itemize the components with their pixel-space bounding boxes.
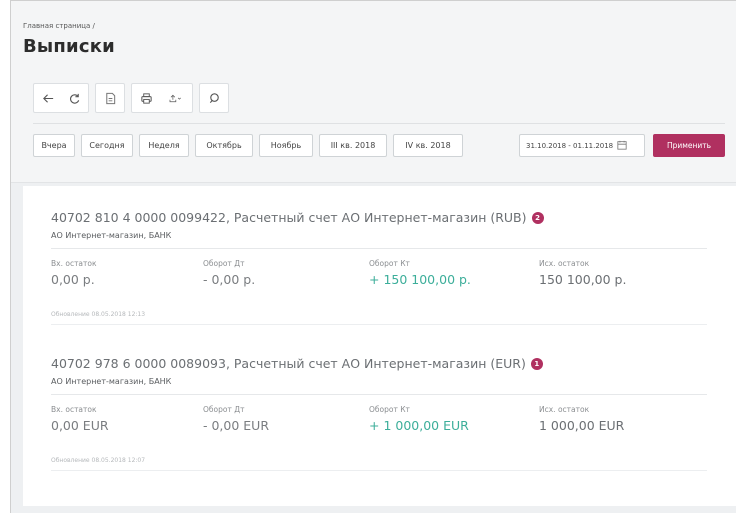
metric-label: Оборот Дт — [203, 405, 245, 414]
account-divider — [51, 394, 707, 395]
account-subtitle: АО Интернет-магазин, БАНК — [51, 231, 172, 240]
toolbar — [33, 83, 229, 113]
period-filter: Вчера Сегодня Неделя Октябрь Ноябрь III … — [33, 134, 725, 160]
metric-label: Исх. остаток — [539, 259, 590, 268]
toolbar-group-print — [131, 83, 193, 113]
metric-value: 0,00 р. — [51, 272, 95, 287]
date-range-value: 31.10.2018 - 01.11.2018 — [526, 141, 614, 150]
page-header: Главная страница / Выписки Вчера Сегодня… — [11, 1, 736, 183]
updated-timestamp: Обновление 08.05.2018 12:07 — [51, 457, 146, 464]
metric-opening: Вх. остаток 0,00 р. — [51, 259, 97, 287]
metric-value: + 1 000,00 EUR — [369, 418, 469, 433]
statements-list: 40702 810 4 0000 0099422, Расчетный счет… — [23, 186, 736, 506]
refresh-icon[interactable] — [66, 90, 82, 106]
toolbar-divider — [33, 123, 725, 124]
metric-value: 0,00 EUR — [51, 418, 109, 433]
apply-button[interactable]: Применить — [653, 134, 725, 157]
metric-label: Исх. остаток — [539, 405, 590, 414]
search-icon[interactable] — [206, 90, 222, 106]
export-icon[interactable] — [164, 90, 186, 106]
print-icon[interactable] — [138, 90, 154, 106]
metric-credit: Оборот Кт + 1 000,00 EUR — [369, 405, 469, 433]
metric-closing: Исх. остаток 1 000,00 EUR — [539, 405, 624, 433]
notification-badge: 2 — [531, 211, 544, 224]
period-yesterday-button[interactable]: Вчера — [33, 134, 75, 157]
metric-value: - 0,00 EUR — [203, 418, 270, 433]
account-metrics: Вх. остаток 0,00 EUR Оборот Дт - 0,00 EU… — [51, 405, 707, 457]
toolbar-group-search — [199, 83, 229, 113]
document-icon[interactable] — [102, 90, 118, 106]
metric-value: + 150 100,00 р. — [369, 272, 471, 287]
account-divider — [51, 248, 707, 249]
metric-label: Оборот Кт — [369, 259, 410, 268]
period-november-button[interactable]: Ноябрь — [259, 134, 313, 157]
metric-label: Оборот Кт — [369, 405, 410, 414]
period-q4-button[interactable]: IV кв. 2018 — [393, 134, 463, 157]
account-bottom-divider — [51, 324, 707, 325]
account-title-row: 40702 978 6 0000 0089093, Расчетный счет… — [51, 356, 707, 371]
toolbar-group-nav — [33, 83, 89, 113]
metric-label: Вх. остаток — [51, 259, 97, 268]
updated-timestamp: Обновление 08.05.2018 12:13 — [51, 311, 146, 318]
metric-value: 1 000,00 EUR — [539, 418, 625, 433]
metric-debit: Оборот Дт - 0,00 р. — [203, 259, 255, 287]
account-bottom-divider — [51, 470, 707, 471]
calendar-icon[interactable] — [617, 140, 627, 152]
account-title[interactable]: 40702 810 4 0000 0099422, Расчетный счет… — [51, 210, 527, 225]
metric-label: Оборот Дт — [203, 259, 245, 268]
period-october-button[interactable]: Октябрь — [195, 134, 253, 157]
metric-opening: Вх. остаток 0,00 EUR — [51, 405, 109, 433]
account-title[interactable]: 40702 978 6 0000 0089093, Расчетный счет… — [51, 356, 526, 371]
app-frame: Главная страница / Выписки Вчера Сегодня… — [10, 0, 736, 513]
account-card: 40702 810 4 0000 0099422, Расчетный счет… — [51, 210, 707, 325]
period-week-button[interactable]: Неделя — [139, 134, 189, 157]
toolbar-group-doc — [95, 83, 125, 113]
metric-credit: Оборот Кт + 150 100,00 р. — [369, 259, 471, 287]
metric-value: 150 100,00 р. — [539, 272, 627, 287]
account-metrics: Вх. остаток 0,00 р. Оборот Дт - 0,00 р. … — [51, 259, 707, 311]
period-q3-button[interactable]: III кв. 2018 — [319, 134, 387, 157]
metric-value: - 0,00 р. — [203, 272, 256, 287]
metric-debit: Оборот Дт - 0,00 EUR — [203, 405, 269, 433]
breadcrumb[interactable]: Главная страница / — [23, 22, 95, 30]
metric-label: Вх. остаток — [51, 405, 97, 414]
period-today-button[interactable]: Сегодня — [81, 134, 133, 157]
page-title: Выписки — [23, 36, 115, 57]
account-subtitle: АО Интернет-магазин, БАНК — [51, 377, 172, 386]
account-card: 40702 978 6 0000 0089093, Расчетный счет… — [51, 356, 707, 471]
arrow-left-icon[interactable] — [40, 90, 56, 106]
account-title-row: 40702 810 4 0000 0099422, Расчетный счет… — [51, 210, 707, 225]
metric-closing: Исх. остаток 150 100,00 р. — [539, 259, 626, 287]
notification-badge: 1 — [530, 357, 543, 370]
date-range-input[interactable]: 31.10.2018 - 01.11.2018 — [519, 134, 645, 157]
